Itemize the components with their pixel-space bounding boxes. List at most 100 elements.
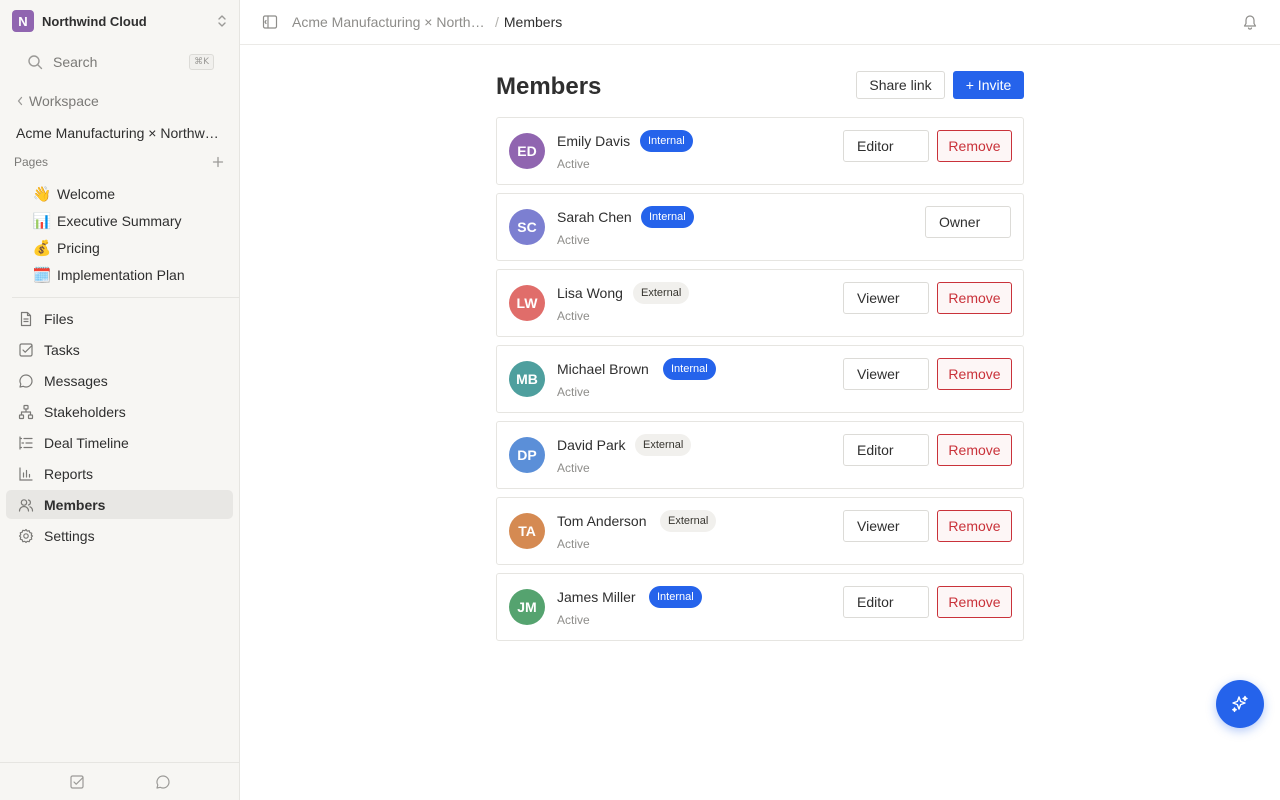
gear-icon: [18, 528, 34, 543]
member-type-badge: Internal: [641, 206, 694, 228]
role-select[interactable]: Editor: [843, 586, 929, 618]
member-status: Active: [557, 309, 590, 323]
pages-label: Pages: [14, 155, 49, 169]
remove-member-button[interactable]: Remove: [937, 282, 1012, 314]
members-header: Members Share link + Invite: [496, 71, 1024, 101]
role-select[interactable]: Owner: [925, 206, 1011, 238]
member-type-badge: Internal: [649, 586, 702, 608]
sidebar-nav: Files Tasks Messages Stakeholders Deal T…: [6, 304, 233, 552]
invite-button[interactable]: + Invite: [953, 71, 1024, 99]
member-row: LW Lisa Wong External Active Viewer Remo…: [496, 269, 1024, 337]
role-select[interactable]: Viewer: [843, 510, 929, 542]
money-bag-icon: 💰: [32, 238, 52, 257]
member-row: JM James Miller Internal Active Editor R…: [496, 573, 1024, 641]
calendar-icon: 🗓️: [32, 265, 52, 284]
breadcrumb-current: Members: [503, 14, 563, 30]
sidebar-item-label: Files: [44, 310, 74, 327]
search-shortcut: ⌘K: [189, 54, 214, 70]
remove-member-button[interactable]: Remove: [937, 586, 1012, 618]
search-button[interactable]: Search ⌘K: [18, 50, 214, 74]
member-row: TA Tom Anderson External Active Viewer R…: [496, 497, 1024, 565]
sidebar-item-label: Deal Timeline: [44, 434, 129, 451]
avatar: LW: [509, 285, 545, 321]
page-item-label: Welcome: [57, 185, 116, 202]
ai-assistant-button[interactable]: [1216, 680, 1264, 728]
role-select[interactable]: Viewer: [843, 282, 929, 314]
sidebar-item-settings[interactable]: Settings: [6, 521, 233, 550]
tasks-checkbox-icon[interactable]: [69, 774, 85, 790]
chat-bubble-icon[interactable]: [155, 774, 171, 790]
back-to-workspace[interactable]: Workspace: [16, 93, 99, 109]
page-item-executive-summary[interactable]: 📊 Executive Summary: [32, 207, 228, 234]
member-status: Active: [557, 157, 590, 171]
pages-section-header: Pages: [14, 155, 224, 169]
workspace-switcher[interactable]: N Northwind Cloud: [12, 10, 228, 32]
sidebar-item-deal-timeline[interactable]: Deal Timeline: [6, 428, 233, 457]
sidebar-item-members[interactable]: Members: [6, 490, 233, 519]
member-status: Active: [557, 537, 590, 551]
avatar: SC: [509, 209, 545, 245]
waving-hand-icon: 👋: [32, 184, 52, 203]
chevron-up-down-icon: [218, 15, 226, 27]
member-name: Sarah Chen: [557, 209, 632, 225]
bar-chart-icon: [19, 466, 33, 481]
member-row: DP David Park External Active Editor Rem…: [496, 421, 1024, 489]
member-status: Active: [557, 233, 590, 247]
workspace-name: Northwind Cloud: [42, 13, 147, 29]
page-title: Members: [496, 73, 602, 100]
role-select[interactable]: Editor: [843, 130, 929, 162]
member-type-badge: External: [635, 434, 692, 456]
share-link-button[interactable]: Share link: [856, 71, 945, 99]
sidebar-item-label: Messages: [44, 372, 108, 389]
topbar: Acme Manufacturing × Northwind Cloud / M…: [240, 0, 1280, 45]
role-select[interactable]: Editor: [843, 434, 929, 466]
page-item-label: Implementation Plan: [57, 266, 185, 283]
sidebar-toggle-icon[interactable]: [262, 14, 278, 30]
sidebar-item-label: Tasks: [44, 341, 80, 358]
breadcrumb-separator: /: [495, 14, 499, 30]
page-item-label: Executive Summary: [57, 212, 182, 229]
bar-chart-emoji-icon: 📊: [32, 211, 52, 230]
sidebar-item-tasks[interactable]: Tasks: [6, 335, 233, 364]
search-label: Search: [53, 54, 98, 70]
sidebar-item-label: Reports: [44, 465, 94, 482]
file-icon: [20, 311, 32, 326]
role-select[interactable]: Viewer: [843, 358, 929, 390]
breadcrumb-parent[interactable]: Acme Manufacturing × Northwind Cloud: [292, 14, 490, 30]
remove-member-button[interactable]: Remove: [937, 434, 1012, 466]
sidebar-item-reports[interactable]: Reports: [6, 459, 233, 488]
member-status: Active: [557, 385, 590, 399]
sidebar-item-messages[interactable]: Messages: [6, 366, 233, 395]
page-item-welcome[interactable]: 👋 Welcome: [32, 180, 228, 207]
member-name: James Miller: [557, 589, 636, 605]
member-row: ED Emily Davis Internal Active Editor Re…: [496, 117, 1024, 185]
page-list: 👋 Welcome 📊 Executive Summary 💰 Pricing …: [32, 180, 228, 288]
project-name[interactable]: Acme Manufacturing × Northwind Cloud: [16, 125, 220, 141]
sidebar: N Northwind Cloud Search ⌘K Workspace Ac…: [0, 0, 240, 800]
member-status: Active: [557, 613, 590, 627]
avatar: JM: [509, 589, 545, 625]
member-type-badge: External: [660, 510, 717, 532]
sidebar-item-stakeholders[interactable]: Stakeholders: [6, 397, 233, 426]
page-item-label: Pricing: [57, 239, 100, 256]
sidebar-divider: [12, 297, 240, 298]
sidebar-item-files[interactable]: Files: [6, 304, 233, 333]
search-icon: [28, 55, 43, 70]
remove-member-button[interactable]: Remove: [937, 130, 1012, 162]
page-item-pricing[interactable]: 💰 Pricing: [32, 234, 228, 261]
member-name: Lisa Wong: [557, 285, 623, 301]
avatar: DP: [509, 437, 545, 473]
page-item-implementation-plan[interactable]: 🗓️ Implementation Plan: [32, 261, 228, 288]
workspace-logo: N: [12, 10, 34, 32]
users-icon: [18, 498, 34, 512]
org-chart-icon: [18, 404, 34, 419]
remove-member-button[interactable]: Remove: [937, 358, 1012, 390]
sparkles-icon: [1232, 695, 1248, 713]
checkbox-icon: [19, 342, 33, 357]
remove-member-button[interactable]: Remove: [937, 510, 1012, 542]
sidebar-item-label: Settings: [44, 527, 95, 544]
add-page-icon[interactable]: [212, 156, 224, 168]
bell-icon[interactable]: [1242, 13, 1258, 30]
sidebar-item-label: Members: [44, 496, 106, 513]
breadcrumb: Acme Manufacturing × Northwind Cloud / M…: [292, 14, 562, 30]
